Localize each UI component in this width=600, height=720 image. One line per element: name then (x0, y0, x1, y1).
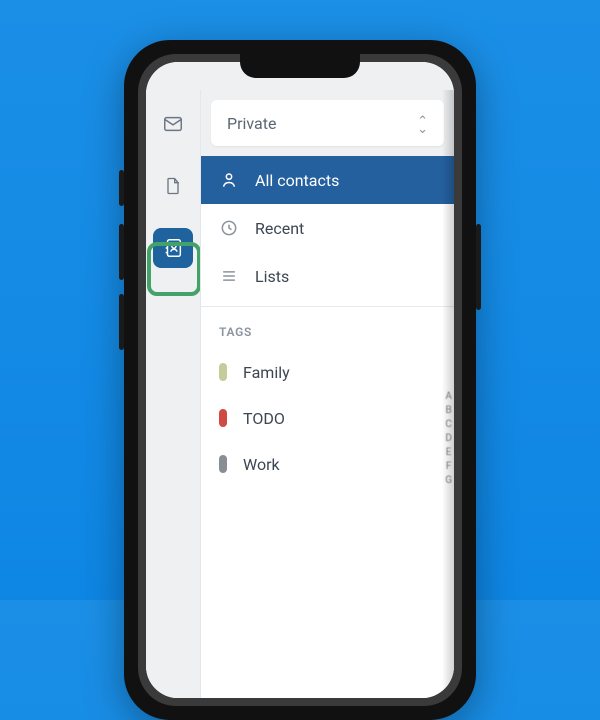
nav-recent[interactable]: Recent (201, 204, 454, 252)
main-panel: Private ⌃⌄ All c (200, 90, 454, 698)
phone-inner-bezel: Private ⌃⌄ All c (138, 54, 462, 706)
tag-label: Work (243, 455, 280, 474)
tag-work[interactable]: Work (201, 441, 454, 487)
mail-icon (162, 113, 184, 135)
nav-all-contacts[interactable]: All contacts (201, 156, 454, 204)
tag-pill-icon (219, 455, 227, 473)
nav-rail-file[interactable] (153, 166, 193, 206)
nav-rail-mail[interactable] (153, 104, 193, 144)
list-icon (219, 266, 239, 286)
phone-frame: Private ⌃⌄ All c (124, 40, 476, 720)
nav-lists[interactable]: Lists (201, 252, 454, 300)
tag-pill-icon (219, 363, 227, 381)
phone-button-mute (119, 170, 124, 206)
tag-family[interactable]: Family (201, 349, 454, 395)
nav-rail (146, 90, 200, 698)
app-root: Private ⌃⌄ All c (146, 62, 454, 698)
chevron-updown-icon: ⌃⌄ (417, 115, 428, 131)
phone-notch (240, 54, 360, 78)
phone-screen: Private ⌃⌄ All c (146, 62, 454, 698)
tag-pill-icon (219, 409, 227, 427)
nav-lists-label: Lists (255, 267, 289, 286)
phone-button-vol-down (119, 294, 124, 350)
addressbook-selector-wrap: Private ⌃⌄ (201, 90, 454, 156)
clock-icon (219, 218, 239, 238)
addressbook-selected-label: Private (227, 114, 276, 133)
nav-all-contacts-label: All contacts (255, 171, 339, 190)
file-icon (163, 175, 183, 197)
alpha-index-peek: ABCDEFG (445, 390, 452, 488)
tag-label: TODO (243, 409, 285, 428)
nav-recent-label: Recent (255, 219, 304, 238)
nav-rail-contacts[interactable] (153, 228, 193, 268)
addressbook-selector[interactable]: Private ⌃⌄ (211, 100, 444, 146)
tag-todo[interactable]: TODO (201, 395, 454, 441)
tag-label: Family (243, 363, 290, 382)
phone-button-power (476, 224, 481, 310)
phone-button-vol-up (119, 224, 124, 280)
address-book-icon (162, 237, 184, 259)
person-icon (219, 170, 239, 190)
tags-header: TAGS (201, 307, 454, 349)
